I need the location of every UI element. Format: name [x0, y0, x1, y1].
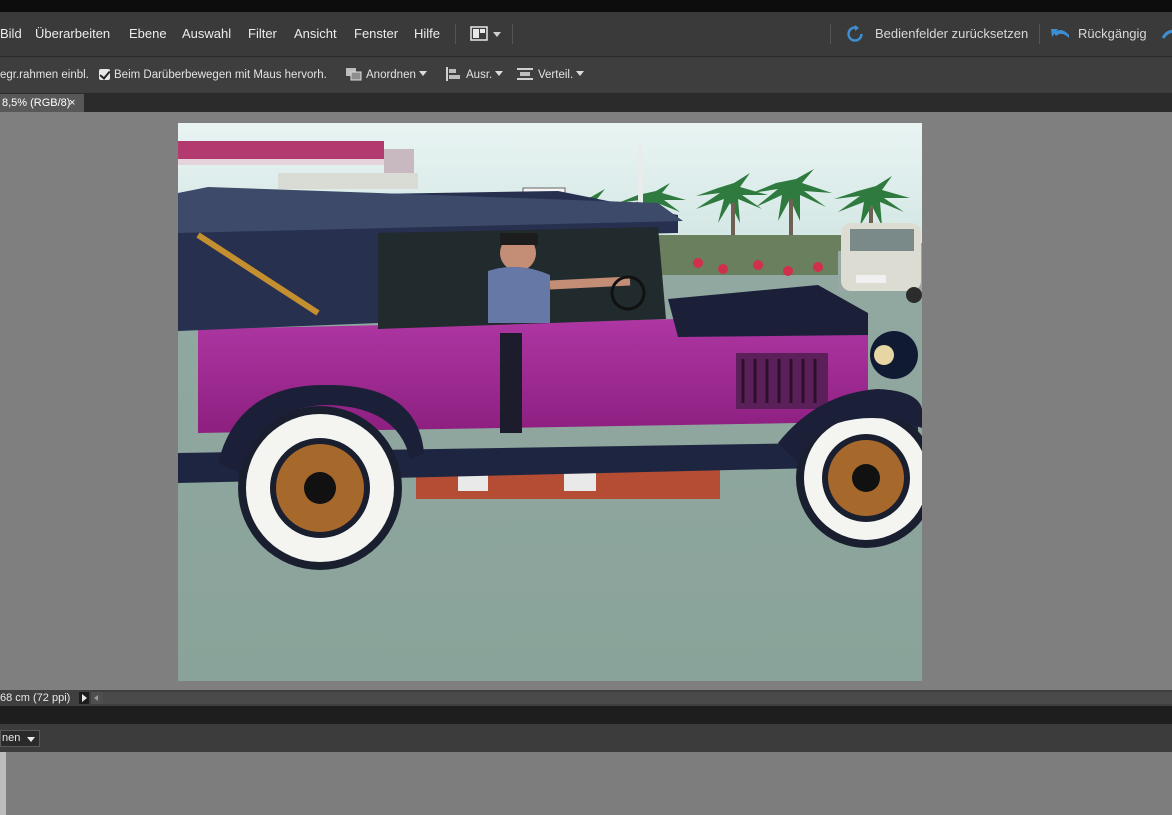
menu-filter[interactable]: Filter [248, 12, 277, 56]
undo-icon [1051, 29, 1069, 38]
chevron-down-icon [418, 71, 427, 76]
close-icon[interactable]: × [69, 94, 75, 112]
workspace-layout-button[interactable] [468, 12, 504, 56]
reset-panels-label: Bedienfelder zurücksetzen [875, 26, 1029, 41]
menu-hilfe[interactable]: Hilfe [414, 12, 440, 56]
menu-ueberarbeiten[interactable]: Überarbeiten [35, 12, 110, 56]
menu-divider [1039, 24, 1040, 44]
menu-ansicht[interactable]: Ansicht [294, 12, 337, 56]
status-menu-arrow[interactable] [79, 692, 89, 704]
menu-divider [455, 24, 456, 44]
menu-fenster[interactable]: Fenster [354, 12, 398, 56]
align-icon [446, 67, 460, 81]
redo-icon [1161, 29, 1172, 39]
distribute-dropdown[interactable]: Verteil. [538, 57, 585, 93]
redo-button[interactable] [1160, 12, 1172, 56]
scroll-left-arrow[interactable] [91, 692, 103, 704]
menu-bar: Bild Überarbeiten Ebene Auswahl Filter A… [0, 12, 1172, 57]
reset-icon [847, 25, 863, 42]
undo-button[interactable]: Rückgängig [1050, 12, 1150, 56]
arrange-icon [346, 68, 362, 81]
show-bounding-box-label[interactable]: egr.rahmen einbl. [0, 57, 89, 93]
horizontal-scrollbar[interactable] [91, 692, 1172, 704]
distribute-label: Verteil. [538, 69, 574, 81]
project-bin[interactable] [0, 752, 1172, 815]
status-bar: 68 cm (72 ppi) [0, 690, 1172, 706]
vintage-car-photo [178, 123, 922, 681]
document-tab-bar: 8,5% (RGB/8) × [0, 94, 1172, 112]
layout-icon [470, 26, 501, 41]
align-dropdown[interactable]: Ausr. [466, 57, 504, 93]
highlight-on-hover-label[interactable]: Beim Darüberbewegen mit Maus hervorh. [114, 57, 327, 93]
align-label: Ausr. [466, 69, 493, 81]
chevron-down-icon [495, 71, 504, 76]
canvas-area[interactable] [0, 112, 1172, 690]
menu-ebene[interactable]: Ebene [129, 12, 167, 56]
highlight-on-hover-checkbox[interactable] [99, 69, 110, 80]
tool-options-bar: egr.rahmen einbl. Beim Darüberbewegen mi… [0, 57, 1172, 94]
chevron-down-icon [27, 737, 35, 742]
menu-divider [512, 24, 513, 44]
menu-divider [830, 24, 831, 44]
project-bin-header: nen [0, 724, 1172, 752]
bin-thumbnail-edge [0, 752, 6, 815]
document-tab-label: 8,5% (RGB/8) [2, 97, 71, 109]
distribute-icon [517, 68, 533, 80]
document-tab[interactable]: 8,5% (RGB/8) × [0, 94, 84, 112]
undo-label: Rückgängig [1078, 26, 1147, 41]
document-size-readout: 68 cm (72 ppi) [0, 692, 71, 704]
bin-view-select[interactable]: nen [0, 730, 40, 747]
arrange-label: Anordnen [366, 69, 416, 81]
panel-divider [0, 706, 1172, 724]
arrange-dropdown[interactable]: Anordnen [366, 57, 427, 93]
chevron-down-icon [576, 71, 585, 76]
bin-view-select-value: nen [2, 732, 21, 744]
menu-auswahl[interactable]: Auswahl [182, 12, 231, 56]
reset-panels-button[interactable]: Bedienfelder zurücksetzen [846, 12, 1031, 56]
document-photo[interactable] [178, 123, 922, 681]
title-strip [0, 0, 1172, 12]
menu-bild[interactable]: Bild [0, 12, 22, 56]
